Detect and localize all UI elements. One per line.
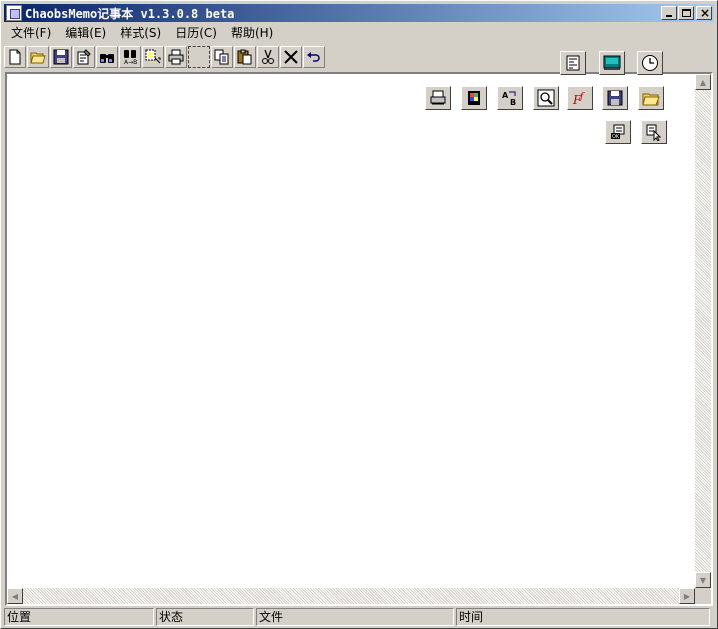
format-button[interactable] [560, 51, 586, 75]
save-button[interactable] [50, 46, 72, 68]
window-controls: × [660, 6, 712, 20]
delete-icon [284, 50, 298, 64]
status-state: 状态 [156, 608, 254, 626]
new-file-button[interactable] [4, 46, 26, 68]
vertical-scrollbar[interactable]: ▲ ▼ [695, 74, 711, 588]
paste-button[interactable] [234, 46, 256, 68]
minimize-icon [666, 15, 672, 17]
find-button[interactable] [96, 46, 118, 68]
cut-icon [262, 49, 274, 64]
menu-calendar[interactable]: 日历(C) [168, 24, 224, 41]
status-time: 时间 [456, 608, 710, 626]
copy-button[interactable] [211, 46, 233, 68]
menu-style[interactable]: 样式(S) [113, 24, 168, 41]
zoom-icon [537, 89, 555, 107]
color-palette-icon [468, 91, 480, 105]
open-button[interactable] [27, 46, 49, 68]
app-window: ChaobsMemo记事本 v1.3.0.8 beta × 文件(F) 编辑(E… [0, 0, 718, 629]
print-preview-button[interactable] [425, 86, 451, 110]
list-ok-button[interactable]: OK [605, 120, 631, 144]
scroll-left-button[interactable]: ◀ [7, 588, 23, 604]
find-icon [100, 54, 114, 63]
app-icon[interactable] [6, 5, 22, 21]
menu-bar: 文件(F) 编辑(E) 样式(S) 日历(C) 帮助(H) [4, 23, 280, 42]
status-position: 位置 [4, 608, 154, 626]
close-button[interactable]: × [696, 6, 712, 20]
save-disk-icon [607, 90, 623, 106]
chevron-up-icon: ▲ [699, 77, 707, 87]
chevron-left-icon: ◀ [11, 591, 19, 601]
scroll-up-button[interactable]: ▲ [695, 74, 711, 90]
select-all-button[interactable] [142, 46, 164, 68]
svg-text:OK: OK [612, 134, 620, 140]
maximize-icon [682, 9, 691, 17]
open-icon [642, 93, 660, 106]
replace-icon: A→B [124, 50, 137, 65]
open-button-floating[interactable] [638, 86, 664, 110]
toolbar: A→B [4, 45, 326, 69]
font-icon: Ff [572, 92, 585, 107]
menu-edit[interactable]: 编辑(E) [58, 24, 113, 41]
horizontal-scrollbar[interactable]: ◀ ▶ [7, 588, 695, 604]
scroll-corner [695, 588, 711, 604]
editor-frame: ▲ ▼ ◀ ▶ [5, 72, 713, 606]
clock-button[interactable] [637, 51, 663, 75]
svg-text:f: f [579, 92, 585, 102]
print-icon [168, 49, 184, 65]
menu-help[interactable]: 帮助(H) [224, 24, 280, 41]
copy-icon [214, 49, 229, 65]
minimize-button[interactable] [661, 6, 677, 20]
cut-button[interactable] [257, 46, 279, 68]
zoom-button[interactable] [533, 86, 559, 110]
properties-button[interactable] [73, 46, 95, 68]
svg-text:A→B: A→B [124, 59, 137, 65]
select-all-icon [145, 49, 161, 64]
menu-file[interactable]: 文件(F) [4, 24, 58, 41]
pointer-button[interactable] [641, 120, 667, 144]
print-button[interactable] [165, 46, 187, 68]
title-bar[interactable]: ChaobsMemo记事本 v1.3.0.8 beta × [4, 4, 714, 22]
delete-button[interactable] [280, 46, 302, 68]
open-folder-icon [30, 52, 46, 64]
screen-icon [603, 55, 621, 70]
window-title: ChaobsMemo记事本 v1.3.0.8 beta [25, 6, 235, 21]
close-icon: × [700, 6, 711, 20]
format-icon [566, 55, 580, 71]
undo-icon [307, 52, 320, 62]
list-ok-icon: OK [611, 124, 625, 140]
save-disk-button[interactable] [602, 86, 628, 110]
save-icon [53, 49, 69, 65]
pointer-icon [646, 124, 662, 141]
font-button[interactable]: Ff [567, 86, 593, 110]
undo-button[interactable] [303, 46, 325, 68]
screen-button[interactable] [599, 51, 625, 75]
status-bar: 位置 状态 文件 时间 [4, 608, 714, 626]
chevron-down-icon: ▼ [699, 575, 707, 585]
properties-icon [77, 49, 91, 65]
print-preview-icon [430, 90, 446, 105]
replace-button[interactable]: A→B [119, 46, 141, 68]
toolbar-placeholder [188, 46, 210, 68]
svg-text:B: B [510, 98, 516, 107]
replace-ab-button[interactable]: AB [497, 86, 523, 110]
svg-text:A: A [502, 91, 509, 100]
color-palette-button[interactable] [461, 86, 487, 110]
replace-ab-icon: AB [502, 91, 516, 107]
status-file: 文件 [256, 608, 454, 626]
scroll-right-button[interactable]: ▶ [679, 588, 695, 604]
scroll-down-button[interactable]: ▼ [695, 572, 711, 588]
paste-icon [237, 49, 252, 65]
clock-icon [642, 55, 658, 71]
new-file-icon [9, 49, 21, 65]
text-editor[interactable] [7, 74, 695, 588]
maximize-button[interactable] [678, 6, 694, 20]
chevron-right-icon: ▶ [683, 591, 691, 601]
